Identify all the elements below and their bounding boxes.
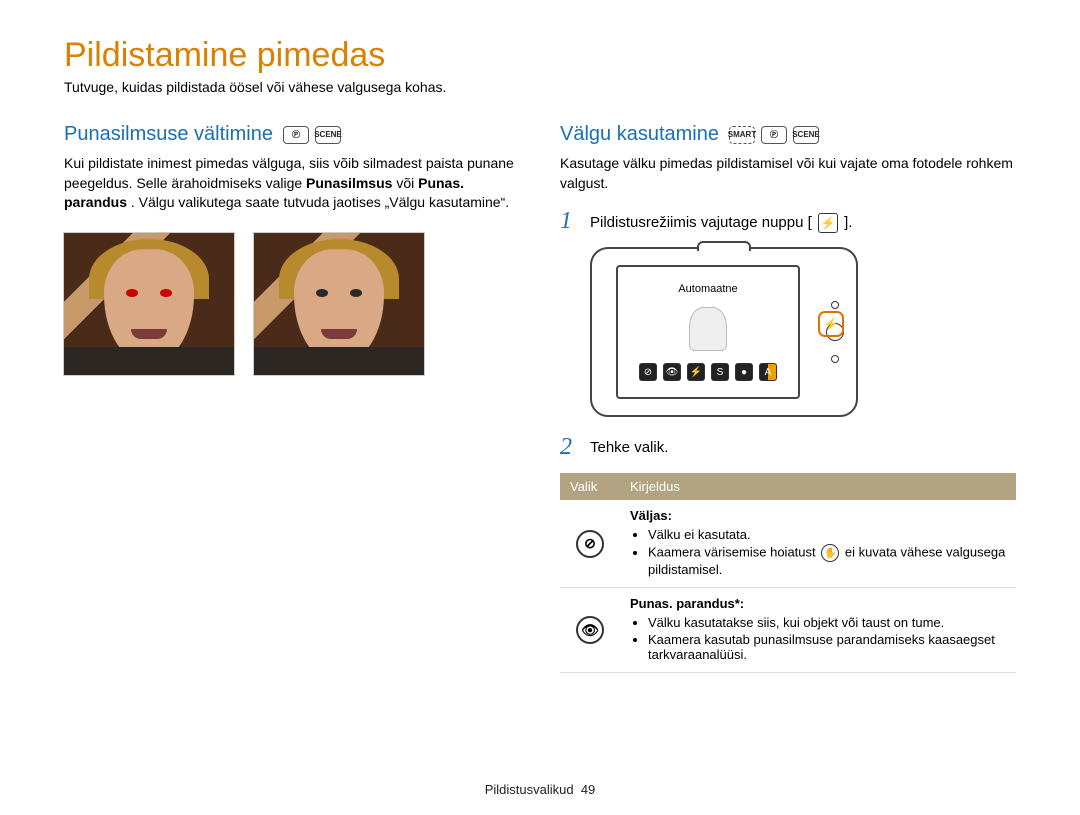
right-mode-icons: SMART Ⓟ SCENE — [729, 126, 819, 144]
left-heading: Punasilmsuse vältimine Ⓟ SCENE — [64, 123, 520, 146]
flash-button-icon: ⚡ — [818, 213, 838, 233]
scene-mode-icon: SCENE — [315, 126, 341, 144]
step-1-text-b: ]. — [844, 214, 852, 231]
step-1-text: Pildistusrežiimis vajutage nuppu [ ⚡ ]. — [590, 209, 852, 233]
flash-fill-icon: ⚡ — [687, 363, 705, 381]
left-body-b: Punasilmsus — [306, 175, 392, 191]
flash-off-option-icon: ⊘ — [576, 530, 604, 558]
camera-screen: Automaatne ⊘ 👁 ⚡ S ● A — [616, 265, 800, 399]
example-photo-fixed — [254, 233, 424, 375]
left-body-e: . Välgu valikutega saate tutvuda jaotise… — [131, 194, 509, 210]
page-intro: Tutvuge, kuidas pildistada öösel või väh… — [64, 79, 1016, 95]
nav-up-icon — [831, 301, 839, 309]
flash-auto-icon: A — [759, 363, 777, 381]
scene-mode-icon: SCENE — [793, 126, 819, 144]
off-title: Väljas: — [630, 508, 1006, 523]
example-photo-row — [64, 233, 520, 375]
page-title: Pildistamine pimedas — [64, 36, 1016, 75]
flash-redeye-fix-icon: 👁 — [663, 363, 681, 381]
footer-section-label: Pildistusvalikud — [485, 782, 574, 797]
subject-silhouette-icon — [689, 307, 727, 351]
fix-b1: Välku kasutatakse siis, kui objekt või t… — [648, 615, 1006, 630]
flash-slow-icon: S — [711, 363, 729, 381]
step-2-text: Tehke valik. — [590, 435, 668, 459]
step-list: 1 Pildistusrežiimis vajutage nuppu [ ⚡ ]… — [560, 209, 1016, 233]
right-column: Välgu kasutamine SMART Ⓟ SCENE Kasutage … — [560, 123, 1016, 673]
example-photo-redeye — [64, 233, 234, 375]
flash-options-table: Valik Kirjeldus ⊘ Väljas: Välku ei kasut… — [560, 473, 1016, 673]
camera-flash-options: ⊘ 👁 ⚡ S ● A — [639, 363, 777, 381]
left-body: Kui pildistate inimest pimedas välguga, … — [64, 154, 520, 213]
left-column: Punasilmsuse vältimine Ⓟ SCENE Kui pildi… — [64, 123, 520, 673]
left-mode-icons: Ⓟ SCENE — [283, 126, 341, 144]
shake-warning-icon: ✋ — [821, 544, 839, 562]
step-2: 2 Tehke valik. — [560, 435, 1016, 459]
off-b2: Kaamera värisemise hoiatust ✋ ei kuvata … — [648, 544, 1006, 577]
page-footer: Pildistusvalikud 49 — [0, 782, 1080, 797]
off-b1: Välku ei kasutata. — [648, 527, 1006, 542]
nav-down-icon — [831, 355, 839, 363]
off-b2-a: Kaamera värisemise hoiatust — [648, 545, 819, 560]
step-1-number: 1 — [560, 209, 578, 233]
flash-nav-highlight-icon: ⚡ — [818, 311, 844, 337]
smart-mode-icon: SMART — [729, 126, 755, 144]
table-row: 👁 Punas. parandus*: Välku kasutatakse si… — [560, 588, 1016, 673]
flash-redeye-icon: ● — [735, 363, 753, 381]
step-1-text-a: Pildistusrežiimis vajutage nuppu [ — [590, 214, 812, 231]
table-row: ⊘ Väljas: Välku ei kasutata. Kaamera vär… — [560, 500, 1016, 588]
footer-page-number: 49 — [581, 782, 595, 797]
left-heading-text: Punasilmsuse vältimine — [64, 123, 273, 146]
step-2-number: 2 — [560, 435, 578, 459]
right-body: Kasutage välku pimedas pildistamisel või… — [560, 154, 1016, 193]
flash-off-icon: ⊘ — [639, 363, 657, 381]
flash-redeye-fix-option-icon: 👁 — [576, 616, 604, 644]
camera-diagram: Automaatne ⊘ 👁 ⚡ S ● A ⚡ — [590, 247, 858, 417]
table-head-desc: Kirjeldus — [620, 473, 1016, 500]
camera-mode-label: Automaatne — [678, 283, 737, 295]
step-1: 1 Pildistusrežiimis vajutage nuppu [ ⚡ ]… — [560, 209, 1016, 233]
table-head-option: Valik — [560, 473, 620, 500]
left-body-c: või — [396, 175, 418, 191]
right-heading: Välgu kasutamine SMART Ⓟ SCENE — [560, 123, 1016, 146]
program-mode-icon: Ⓟ — [283, 126, 309, 144]
fix-title: Punas. parandus*: — [630, 596, 1006, 611]
step-list-2: 2 Tehke valik. — [560, 435, 1016, 459]
fix-b2: Kaamera kasutab punasilmsuse parandamise… — [648, 632, 1006, 662]
right-heading-text: Välgu kasutamine — [560, 123, 719, 146]
content-columns: Punasilmsuse vältimine Ⓟ SCENE Kui pildi… — [64, 123, 1016, 673]
program-mode-icon: Ⓟ — [761, 126, 787, 144]
